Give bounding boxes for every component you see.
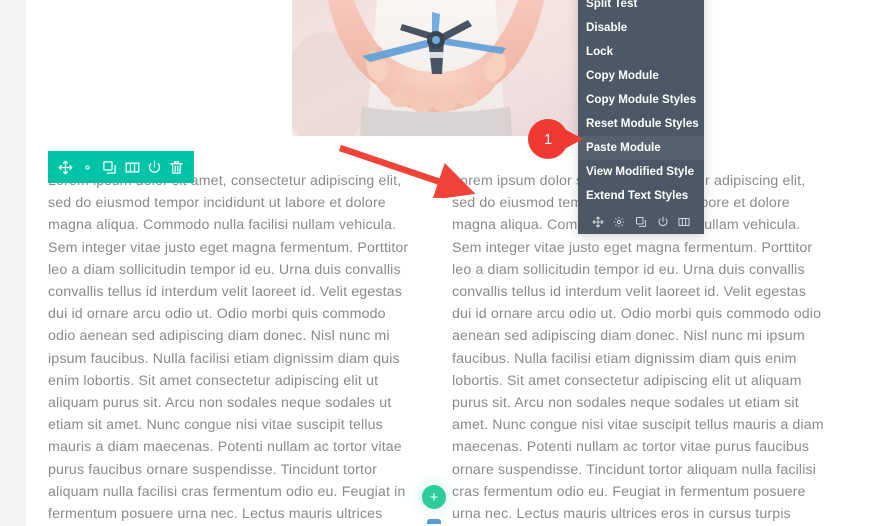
gear-icon[interactable] xyxy=(79,159,96,176)
duplicate-icon[interactable] xyxy=(634,215,648,229)
annotation-badge: 1 xyxy=(527,119,583,159)
text-module-left[interactable]: Lorem ipsum dolor sit amet, consectetur … xyxy=(48,170,414,526)
add-module-button[interactable]: + xyxy=(422,485,446,509)
context-menu-item-disable[interactable]: Disable xyxy=(578,16,704,40)
text-module-left-body: Lorem ipsum dolor sit amet, consectetur … xyxy=(48,173,409,523)
context-menu-item-copy-module-styles[interactable]: Copy Module Styles xyxy=(578,88,704,112)
page-left-gutter xyxy=(0,0,26,526)
context-menu-item-lock[interactable]: Lock xyxy=(578,40,704,64)
context-menu-item-extend-text-styles[interactable]: Extend Text Styles xyxy=(578,184,704,208)
power-icon[interactable] xyxy=(656,215,670,229)
context-menu-icon-bar[interactable] xyxy=(578,208,704,234)
context-menu-item-copy-module[interactable]: Copy Module xyxy=(578,64,704,88)
annotation-badge-number: 1 xyxy=(543,130,553,148)
move-icon[interactable] xyxy=(57,159,74,176)
gear-icon[interactable] xyxy=(612,215,626,229)
power-icon[interactable] xyxy=(146,159,163,176)
hero-image xyxy=(292,0,580,136)
context-menu-item-reset-module-styles[interactable]: Reset Module Styles xyxy=(578,112,704,136)
context-menu-item-paste-module[interactable]: Paste Module xyxy=(578,136,704,160)
module-context-menu[interactable]: Split Test Disable Lock Copy Module Copy… xyxy=(578,0,704,234)
trash-icon[interactable] xyxy=(168,159,185,176)
builder-canvas: Lorem ipsum dolor sit amet, consectetur … xyxy=(0,0,880,526)
hands-holding-airplane-photo xyxy=(292,0,580,136)
context-menu-item-split-test[interactable]: Split Test xyxy=(578,0,704,16)
columns-icon[interactable] xyxy=(677,215,691,229)
columns-icon[interactable] xyxy=(124,159,141,176)
module-toolbar[interactable] xyxy=(48,151,194,183)
context-menu-item-view-modified-style[interactable]: View Modified Style xyxy=(578,160,704,184)
duplicate-icon[interactable] xyxy=(101,159,118,176)
move-icon[interactable] xyxy=(591,215,605,229)
